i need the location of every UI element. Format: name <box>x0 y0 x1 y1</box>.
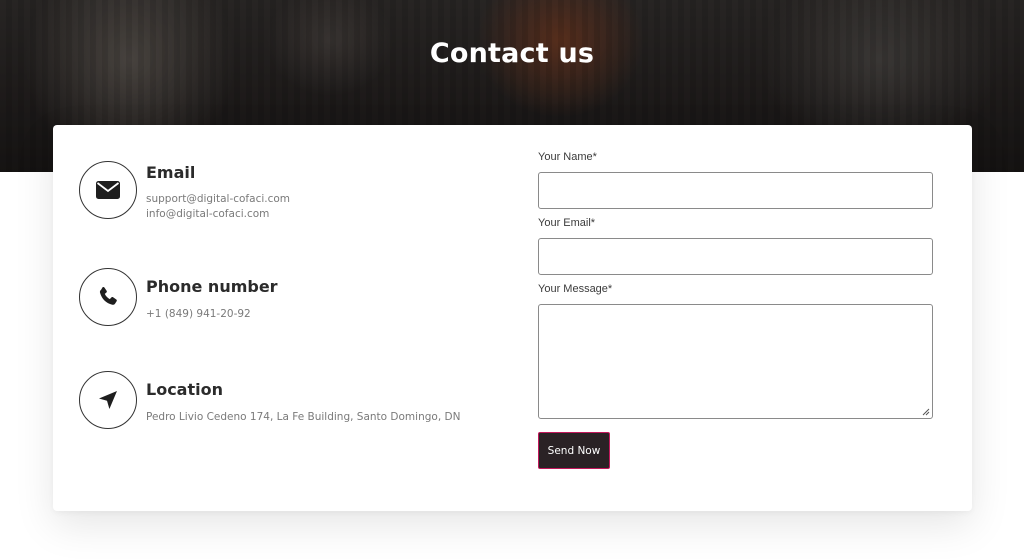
contact-card: Email support@digital-cofaci.com info@di… <box>53 125 972 511</box>
resize-handle-icon[interactable] <box>922 408 930 416</box>
navigation-arrow-icon <box>79 371 137 429</box>
phone-icon <box>79 268 137 326</box>
phone-number[interactable]: +1 (849) 941-20-92 <box>146 308 251 320</box>
location-label: Location <box>146 380 223 399</box>
send-now-button[interactable]: Send Now <box>538 432 610 469</box>
envelope-icon <box>79 161 137 219</box>
email-input[interactable] <box>538 238 933 275</box>
phone-label: Phone number <box>146 277 278 296</box>
message-field-label: Your Message* <box>538 283 613 295</box>
name-input[interactable] <box>538 172 933 209</box>
email-address-support[interactable]: support@digital-cofaci.com <box>146 193 290 205</box>
name-field-label: Your Name* <box>538 151 597 163</box>
page-title: Contact us <box>429 38 595 69</box>
email-label: Email <box>146 163 196 182</box>
email-field-label: Your Email* <box>538 217 596 229</box>
email-address-info[interactable]: info@digital-cofaci.com <box>146 208 269 220</box>
location-address: Pedro Livio Cedeno 174, La Fe Building, … <box>146 411 461 423</box>
message-textarea[interactable] <box>538 304 933 419</box>
